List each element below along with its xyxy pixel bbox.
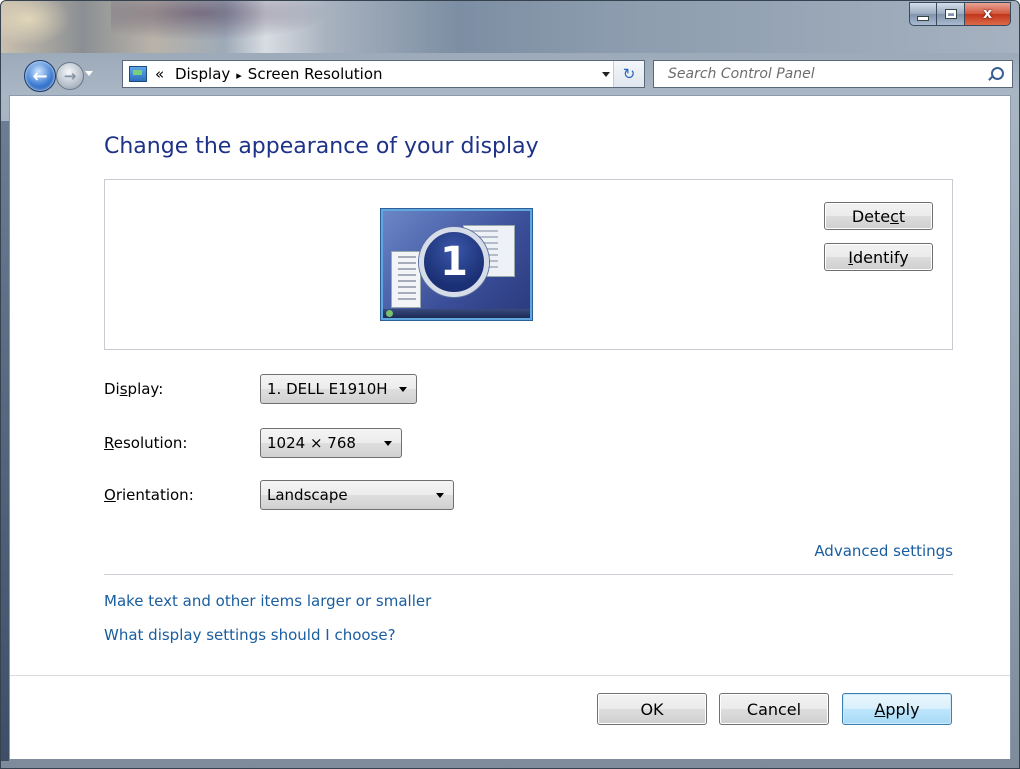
resolution-select[interactable]: 1024 × 768 [260, 428, 402, 458]
monitor-number-badge: 1 [419, 227, 489, 297]
close-icon: x [982, 6, 993, 22]
window-frame-left [1, 121, 9, 761]
caption-buttons: x [909, 2, 1011, 26]
resolution-select-value: 1024 × 768 [267, 434, 356, 452]
cancel-button[interactable]: Cancel [719, 693, 829, 725]
title-bar-aero-glow [1, 1, 71, 46]
title-bar[interactable]: x [1, 1, 1019, 53]
monitor-taskbar [383, 309, 530, 318]
apply-label-accel: A [874, 699, 886, 719]
display-label-end: play: [127, 380, 164, 398]
resolution-label-accel: R [104, 434, 114, 452]
control-panel-icon [129, 66, 147, 82]
display-label: Display: [104, 380, 163, 398]
chevron-down-icon [384, 441, 392, 446]
close-button[interactable]: x [965, 2, 1011, 26]
resolution-label: Resolution: [104, 434, 187, 452]
title-bar-aero-blur [111, 1, 331, 41]
advanced-settings-link[interactable]: Advanced settings [814, 542, 953, 560]
recent-pages-dropdown-icon[interactable] [85, 71, 93, 76]
divider [104, 574, 953, 575]
breadcrumb-screen-resolution[interactable]: Screen Resolution [248, 65, 383, 83]
identify-label-end: dentify [853, 247, 909, 267]
content-pane: Change the appearance of your display 1 … [9, 95, 1011, 759]
maximize-icon [944, 9, 957, 19]
address-dropdown-icon[interactable] [602, 72, 610, 77]
breadcrumb: « Display ▸ Screen Resolution [155, 65, 383, 83]
navigation-bar: ← → « Display ▸ Screen Resolution ↻ Search… [1, 57, 1019, 92]
breadcrumb-overflow[interactable]: « [155, 65, 164, 83]
minimize-icon [917, 15, 929, 21]
detect-label-accel: c [890, 206, 899, 226]
identify-button[interactable]: Identify [824, 243, 933, 271]
orientation-label-accel: O [104, 486, 116, 504]
apply-label-end: pply [885, 699, 920, 719]
forward-arrow-icon: → [63, 67, 77, 85]
display-settings-help-link[interactable]: What display settings should I choose? [104, 626, 396, 644]
monitor-1-thumbnail[interactable]: 1 [381, 209, 532, 320]
ok-button[interactable]: OK [597, 693, 707, 725]
orientation-label: Orientation: [104, 486, 194, 504]
search-input[interactable]: Search Control Panel [668, 66, 815, 82]
orientation-select-value: Landscape [267, 486, 348, 504]
refresh-button[interactable]: ↻ [613, 61, 644, 87]
address-bar[interactable]: « Display ▸ Screen Resolution ↻ [122, 60, 645, 88]
resolution-label-end: esolution: [113, 434, 188, 452]
monitor-arrangement-panel: 1 Dete c t Identify [104, 179, 953, 350]
detect-label-end: t [898, 206, 906, 226]
back-button[interactable]: ← [24, 60, 56, 92]
start-orb-icon [386, 310, 393, 317]
apply-button[interactable]: Apply [842, 693, 952, 725]
maximize-button[interactable] [937, 2, 965, 26]
detect-label-start: Dete [851, 206, 891, 226]
orientation-select[interactable]: Landscape [260, 480, 454, 510]
breadcrumb-display[interactable]: Display [175, 65, 230, 83]
control-panel-window: x ← → « Display ▸ Screen Resolution ↻ Sear… [0, 0, 1020, 769]
refresh-icon: ↻ [622, 65, 636, 83]
breadcrumb-separator-icon[interactable]: ▸ [236, 69, 242, 82]
minimize-button[interactable] [909, 2, 937, 26]
back-arrow-icon: ← [32, 65, 48, 87]
search-icon[interactable] [991, 67, 1004, 80]
detect-button[interactable]: Dete c t [824, 202, 933, 230]
chevron-down-icon [399, 387, 407, 392]
display-select[interactable]: 1. DELL E1910H [260, 374, 417, 404]
search-box[interactable]: Search Control Panel [653, 60, 1013, 88]
text-size-link[interactable]: Make text and other items larger or smal… [104, 592, 431, 610]
display-label-accel: s [119, 380, 128, 398]
dialog-footer: OK Cancel Apply [10, 675, 1010, 759]
forward-button[interactable]: → [56, 62, 84, 90]
chevron-down-icon [436, 493, 444, 498]
display-label-start: Di [104, 380, 120, 398]
orientation-label-end: rientation: [115, 486, 194, 504]
page-title: Change the appearance of your display [104, 134, 539, 159]
monitor-window-icon [391, 251, 421, 308]
display-select-value: 1. DELL E1910H [267, 380, 388, 398]
